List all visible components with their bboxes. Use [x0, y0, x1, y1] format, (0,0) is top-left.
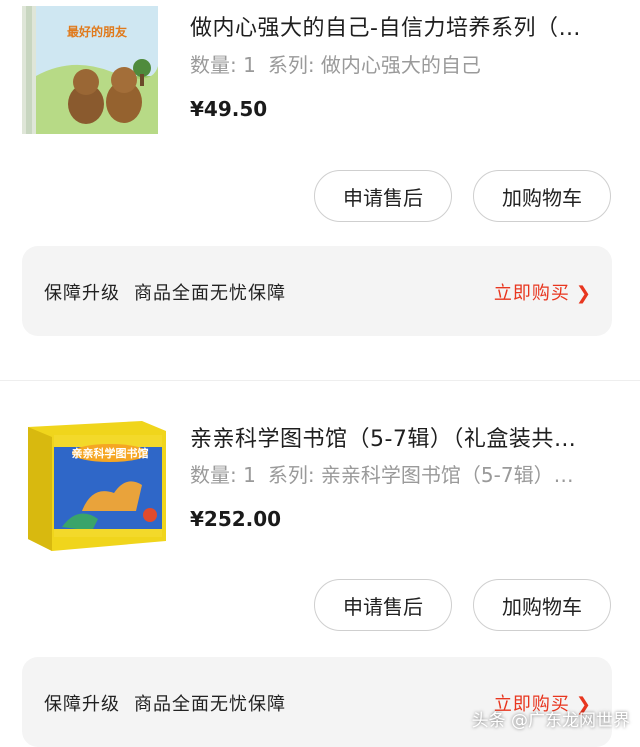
- product-title[interactable]: 做内心强大的自己-自信力培养系列（…: [190, 10, 618, 42]
- guarantee-banner: 保障升级 商品全面无忧保障 立即购买 ❯: [22, 657, 612, 747]
- section-divider: [0, 380, 640, 381]
- buy-now-link[interactable]: 立即购买 ❯: [494, 279, 592, 305]
- watermark-text: 头条 @广东龙网世界: [471, 711, 630, 731]
- guarantee-text: 保障升级 商品全面无忧保障: [44, 690, 300, 716]
- quantity-text: 数量: 1: [190, 53, 256, 77]
- cover-title-text: 最好的朋友: [67, 24, 127, 39]
- quantity-text: 数量: 1: [190, 463, 256, 487]
- guarantee-desc: 商品全面无忧保障: [134, 283, 286, 304]
- guarantee-title: 保障升级: [44, 694, 120, 715]
- add-to-cart-button[interactable]: 加购物车: [473, 579, 611, 631]
- price-text: ¥49.50: [190, 97, 268, 121]
- series-text: 系列: 做内心强大的自己: [267, 53, 481, 77]
- order-item: 亲亲科学图书馆 亲亲科学图书馆（5-7辑）（礼盒装共… 数量: 1 系列: 亲亲科…: [0, 383, 640, 747]
- product-meta: 数量: 1 系列: 做内心强大的自己: [190, 49, 618, 78]
- cover-title-text: 亲亲科学图书馆: [72, 446, 149, 460]
- guarantee-banner: 保障升级 商品全面无忧保障 立即购买 ❯: [22, 246, 612, 336]
- guarantee-desc: 商品全面无忧保障: [134, 694, 286, 715]
- product-meta: 数量: 1 系列: 亲亲科学图书馆（5-7辑）…: [190, 459, 618, 488]
- product-image[interactable]: 亲亲科学图书馆: [22, 415, 166, 555]
- add-to-cart-button[interactable]: 加购物车: [473, 170, 611, 222]
- product-image[interactable]: 最好的朋友: [22, 6, 166, 146]
- guarantee-text: 保障升级 商品全面无忧保障: [44, 279, 300, 305]
- chevron-right-icon: ❯: [575, 283, 592, 304]
- order-item: 最好的朋友 做内心强大的自己-自信力培养系列（… 数量: 1 系列: 做内心强大的…: [0, 0, 640, 345]
- buy-now-label: 立即购买: [493, 283, 570, 304]
- after-sale-button[interactable]: 申请售后: [314, 170, 452, 222]
- after-sale-button[interactable]: 申请售后: [314, 579, 452, 631]
- price-text: ¥252.00: [190, 507, 282, 531]
- series-text: 系列: 亲亲科学图书馆（5-7辑）…: [267, 463, 574, 487]
- guarantee-title: 保障升级: [44, 283, 120, 304]
- product-title[interactable]: 亲亲科学图书馆（5-7辑）（礼盒装共…: [190, 421, 618, 453]
